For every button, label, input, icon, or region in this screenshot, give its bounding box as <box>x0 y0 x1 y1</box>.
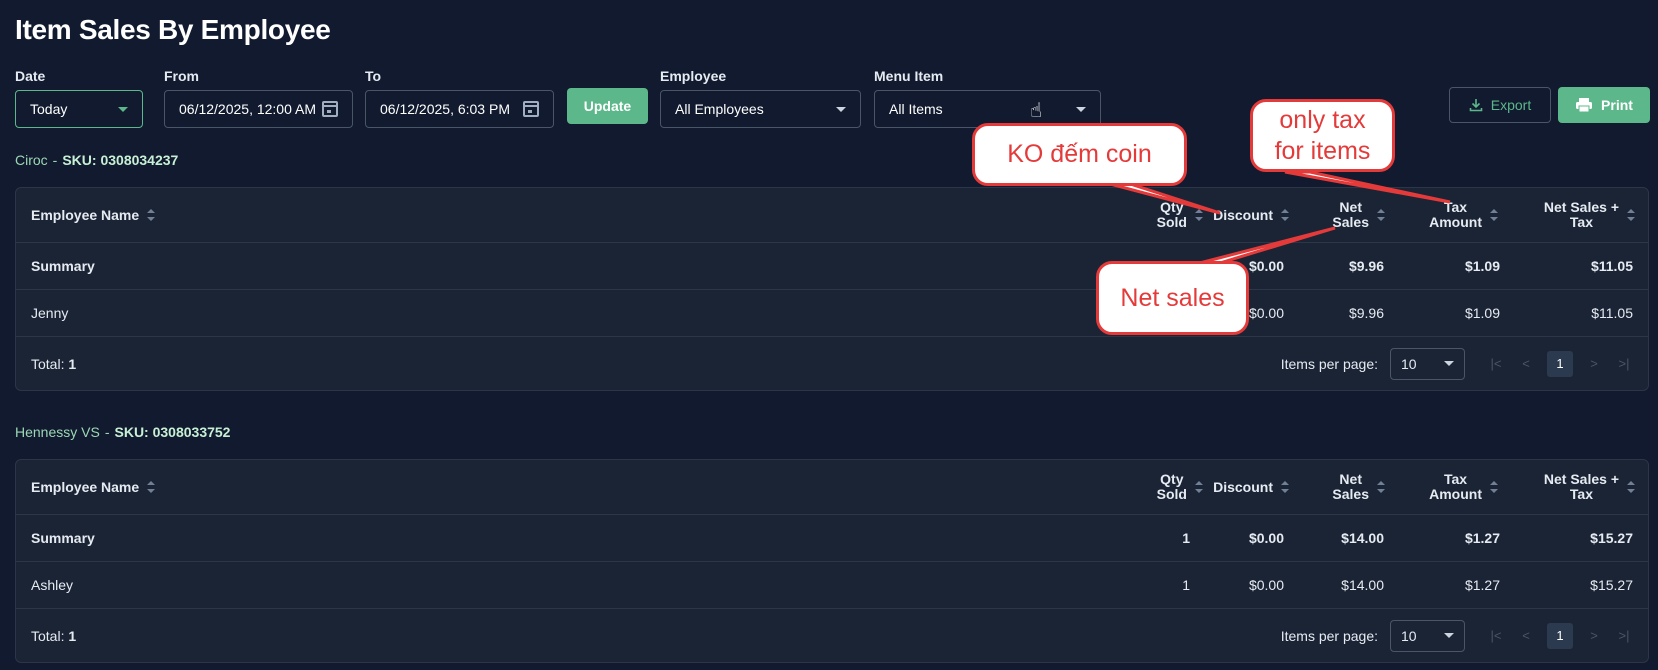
annotation-callout: KO đếm coin <box>972 123 1187 186</box>
annotation-callout: Net sales <box>1096 261 1249 335</box>
annotation-callout: only tax for items <box>1250 99 1395 172</box>
callout-pointers <box>1094 170 1451 268</box>
hand-cursor-icon: ☝ <box>1030 100 1043 122</box>
